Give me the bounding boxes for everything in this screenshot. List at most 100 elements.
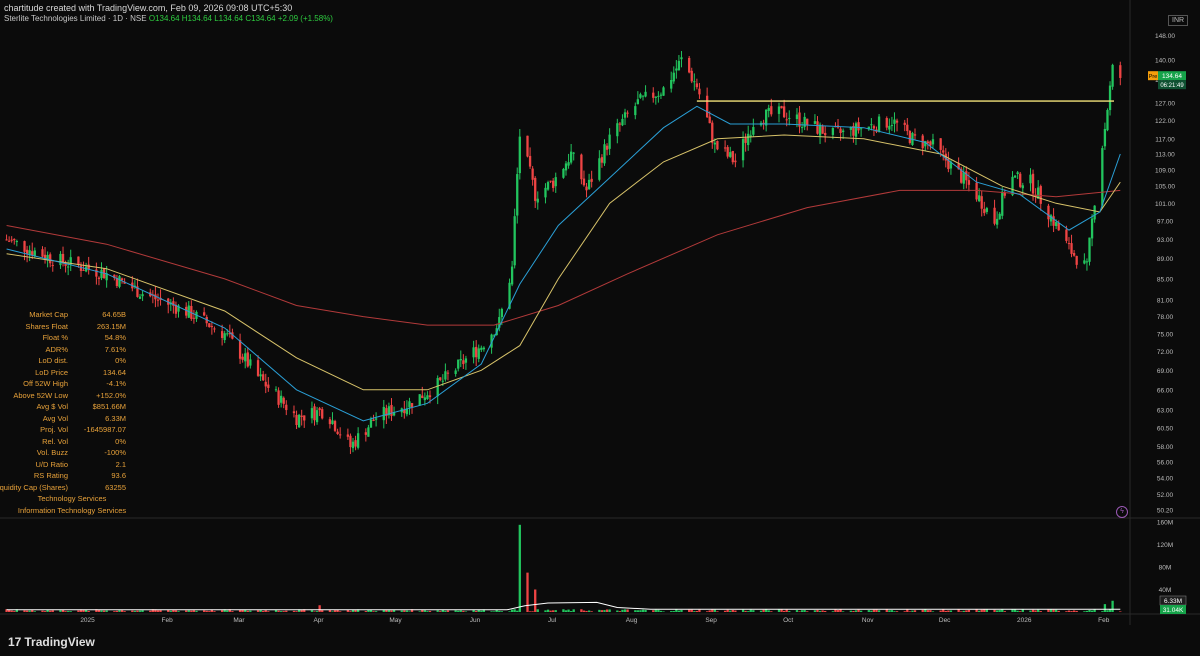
candle-body	[782, 106, 786, 118]
price-tick-label: 97.00	[1157, 218, 1174, 225]
volume-bar	[623, 609, 627, 612]
candle-body	[939, 138, 942, 150]
candle-body	[598, 158, 601, 180]
candle-body	[1013, 175, 1017, 178]
volume-bar	[888, 610, 891, 612]
volume-bar	[672, 611, 675, 612]
candle-body	[590, 178, 593, 182]
volume-bar	[616, 610, 619, 612]
volume-bar	[69, 611, 72, 612]
stat-value: 63255	[105, 482, 126, 492]
candle-body	[731, 151, 734, 163]
stat-value: 134.64	[103, 367, 126, 377]
tradingview-logo[interactable]: 17 TradingView	[8, 635, 95, 649]
volume-bar	[277, 610, 280, 612]
volume-bar	[285, 610, 288, 612]
stat-row: Avg Vol 6.33M	[10, 414, 132, 426]
candle-body	[421, 395, 424, 399]
volume-bar	[403, 610, 406, 612]
candle-body	[118, 276, 121, 287]
volume-bar	[824, 610, 827, 612]
time-tick-label: 2025	[80, 617, 95, 624]
symbol-title: Sterlite Technologies Limited · 1D · NSE	[4, 14, 147, 23]
stat-value: 54.8%	[104, 333, 126, 342]
candle-body	[569, 151, 573, 163]
sector-label: Technology Services	[37, 494, 107, 503]
volume-bar	[262, 611, 265, 612]
volume-bar	[618, 611, 622, 612]
candle-body	[390, 404, 393, 416]
candle-body	[831, 127, 835, 135]
price-chart[interactable]: 148.00140.00134.00127.00122.00117.00113.…	[0, 0, 1200, 656]
price-tick-label: 78.00	[1157, 314, 1174, 321]
price-tick-label: 72.00	[1157, 349, 1174, 356]
symbol-legend[interactable]: Sterlite Technologies Limited · 1D · NSE…	[4, 14, 333, 23]
volume-bar	[867, 610, 870, 612]
candle-body	[634, 106, 637, 116]
candle-body	[567, 162, 570, 166]
volume-bar	[711, 609, 714, 612]
candle-body	[246, 352, 249, 367]
volume-bar	[877, 610, 881, 612]
candle-body	[210, 326, 214, 328]
candle-body	[708, 116, 711, 124]
volume-bar	[998, 610, 1001, 612]
chart-credit: chartitude created with TradingView.com,…	[4, 3, 293, 13]
price-tick-label: 89.00	[1157, 256, 1174, 263]
volume-bar	[498, 610, 501, 612]
volume-bar	[169, 610, 172, 612]
candle-body	[220, 331, 224, 338]
volume-bar	[51, 610, 54, 612]
stat-value: -100%	[104, 448, 126, 457]
candle-body	[752, 127, 755, 135]
volume-bar	[1106, 610, 1109, 612]
candle-body	[1001, 191, 1004, 216]
candle-body	[806, 118, 809, 126]
candle-body	[67, 266, 70, 268]
candle-body	[546, 182, 550, 190]
stat-key: RS Rating	[33, 471, 68, 480]
candle-body	[262, 374, 265, 381]
volume-bar	[1013, 609, 1017, 612]
volume-bar	[492, 611, 496, 612]
volume-bar	[590, 611, 593, 612]
candle-body	[1072, 253, 1076, 256]
stat-key: ADR%	[45, 344, 68, 354]
candle-body	[462, 360, 465, 365]
candle-body	[585, 186, 588, 191]
volume-bar	[408, 611, 411, 612]
volume-bar	[693, 611, 696, 612]
currency-label[interactable]: INR	[1168, 15, 1189, 26]
volume-bar	[405, 610, 409, 612]
volume-bar	[841, 611, 845, 612]
volume-bar	[759, 610, 763, 612]
candle-body	[580, 154, 583, 180]
volume-bar	[836, 610, 840, 612]
volume-bar	[333, 610, 337, 612]
lightning-icon[interactable]: ϟ	[1116, 506, 1128, 518]
candle-body	[821, 126, 824, 134]
candle-body	[321, 409, 324, 419]
candle-body	[726, 147, 729, 157]
candle-body	[888, 125, 891, 130]
candle-body	[1016, 172, 1019, 175]
candle-body	[677, 60, 681, 71]
candle-body	[993, 207, 996, 224]
time-tick-label: Oct	[783, 617, 793, 624]
candle-body	[857, 122, 860, 131]
candle-body	[15, 241, 18, 243]
volume-bar	[31, 610, 34, 612]
volume-bar	[870, 610, 873, 612]
candle-body	[623, 112, 627, 118]
volume-bar	[1011, 609, 1014, 612]
candle-body	[226, 333, 229, 335]
candle-body	[426, 395, 429, 400]
candle-body	[564, 163, 568, 171]
stats-table: Market Cap 64.65B Shares Float 263.15M Float…	[0, 310, 132, 517]
stat-key: Vol. Buzz	[36, 448, 68, 457]
time-tick-label: Mar	[233, 617, 245, 624]
volume-bar	[587, 610, 591, 612]
volume-bar	[295, 611, 298, 612]
candle-body	[603, 144, 606, 164]
volume-bar	[67, 611, 70, 612]
